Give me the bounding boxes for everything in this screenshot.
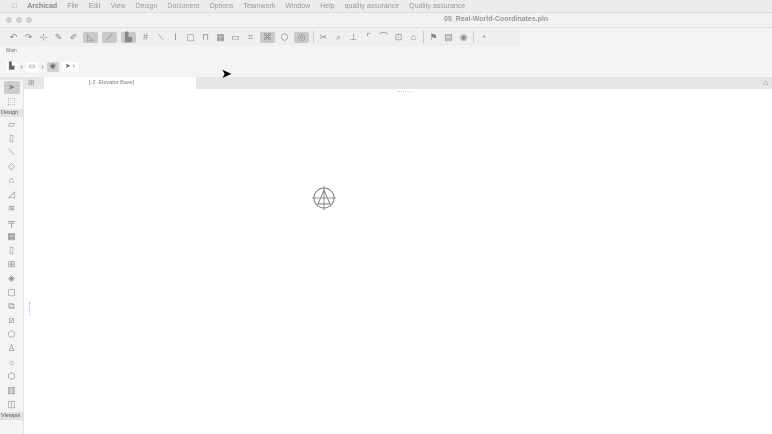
navigator-icon[interactable]: ⌂ [763,78,768,87]
tab-bar: ⊞ [-2. Elevator Base] ⌂ [0,77,772,89]
mouse-cursor-icon: ➤ [221,66,232,81]
gravity-icon[interactable]: ◺ [83,31,98,43]
close-button[interactable] [6,17,12,23]
section-viewpoint: Viewpoi [0,412,23,420]
menu-design[interactable]: Design [136,3,158,10]
arrow-tool[interactable]: ➤ [3,81,20,94]
menu-document[interactable]: Document [167,3,199,10]
line-icon[interactable]: ⟍ [155,32,166,43]
inject-icon[interactable]: ✐ [68,32,79,43]
divider [423,31,424,43]
pen-icon[interactable]: ǀ [170,32,181,43]
object-3d-tool[interactable]: ⬡ [4,370,20,383]
toolbar-background [520,28,772,46]
slab-tool[interactable]: ◇ [4,160,20,173]
marquee-tool[interactable]: ⬚ [4,95,20,108]
window-title: 05_Real-World-Coordinates.pln [444,16,549,23]
shell-tool[interactable]: ◿ [4,188,20,201]
floor-plan-button[interactable]: ▙ [6,62,18,72]
suspend-groups-icon[interactable]: ⌘ [260,31,275,43]
menu-bar:  Archicad File Edit View Design Documen… [0,0,772,13]
model-icon[interactable]: ◔ [478,32,489,43]
menu-app[interactable]: Archicad [27,3,57,10]
toolbar-label: Main [6,48,17,54]
zone-tool[interactable]: ⧄ [4,314,20,327]
trace-icon[interactable]: ▦ [215,32,226,43]
menu-help[interactable]: Help [320,3,334,10]
elevation-icon[interactable]: ⊥ [348,32,359,43]
curtain-panel-tool[interactable]: ▥ [4,384,20,397]
tab-elevator-base[interactable]: [-2. Elevator Base] [44,77,196,89]
beam-tool[interactable]: ⟍ [4,146,20,159]
breadcrumb: ▙ › ▭ › ◉ ➤ › [6,62,78,72]
3d-window-button[interactable]: ▭ [25,62,39,72]
resize-handle[interactable] [398,91,412,94]
fillet-icon[interactable]: ⌒ [378,32,389,43]
window-tool[interactable]: ⊞ [4,258,20,271]
object-tool[interactable]: ⧉ [4,300,20,313]
stair-tool[interactable]: ≋ [4,202,20,215]
mesh-tool[interactable]: ⬠ [4,328,20,341]
divider [313,31,314,43]
teamwork-icon[interactable]: ◉ [458,32,469,43]
railing-tool[interactable]: ╤ [4,216,20,229]
zoom-button[interactable] [26,17,32,23]
grid-view-icon[interactable]: ⊞ [28,79,35,87]
tab-label: [-2. Elevator Base] [89,80,135,86]
main-toolbar: ↶ ↷ ⊹ ✎ ✐ ◺ ⟋ ▙ # ⟍ ǀ ▢ ⊓ ▦ ▭ ⌗ ⌘ ⬡ ◎ ✂ … [0,28,520,46]
menu-view[interactable]: View [111,3,126,10]
morph-tool[interactable]: ♙ [4,342,20,355]
title-bar: 05_Real-World-Coordinates.pln [0,13,772,28]
menu-file[interactable]: File [67,3,78,10]
fit-icon[interactable]: ⌗ [245,32,256,43]
guide-icon[interactable]: ⟋ [102,31,117,43]
publish-icon[interactable]: ▤ [443,32,454,43]
adjust-icon[interactable]: ⌕ [333,32,344,43]
view-3d-icon[interactable]: ⬡ [279,32,290,43]
undo-icon[interactable]: ↶ [8,32,19,43]
corner-window-tool[interactable]: ◫ [4,398,20,411]
layer-icon[interactable]: ▢ [185,32,196,43]
menu-teamwork[interactable]: Teamwork [243,3,275,10]
section-icon[interactable]: ▭ [230,32,241,43]
opening-tool[interactable]: ▢ [4,286,20,299]
info-box [0,46,772,77]
divider [473,31,474,43]
lock-icon[interactable]: ⊓ [200,32,211,43]
toolbox: ➤ ⬚ Design ▱ ▯ ⟍ ◇ ⌂ ◿ ≋ ╤ ▦ ▯ ⊞ ◈ ▢ ⧉ ⧄… [0,80,24,434]
menu-edit[interactable]: Edit [89,3,101,10]
curtain-wall-tool[interactable]: ▦ [4,230,20,243]
project-origin-icon [312,186,336,210]
roof-tool[interactable]: ⌂ [4,174,20,187]
eyedropper-icon[interactable]: ✎ [53,32,64,43]
menu-options[interactable]: Options [209,3,233,10]
wall-tool[interactable]: ▱ [4,118,20,131]
menu-window[interactable]: Window [285,3,310,10]
menu-quality-assurance-2[interactable]: Quality assurance [409,3,465,10]
toolbox-resize-handle[interactable] [29,302,30,316]
redo-icon[interactable]: ↷ [23,32,34,43]
column-tool[interactable]: ▯ [4,132,20,145]
snap-icon[interactable]: ▙ [121,31,136,43]
arrow-tool-button[interactable]: ➤ › [61,62,78,72]
flag-icon[interactable]: ⚑ [428,32,439,43]
door-tool[interactable]: ▯ [4,244,20,257]
grid-icon[interactable]: # [140,32,151,43]
split-icon[interactable]: ✂ [318,32,329,43]
section-design: Design [0,109,23,117]
lamp-tool[interactable]: ☼ [4,356,20,369]
skylight-tool[interactable]: ◈ [4,272,20,285]
intersect-icon[interactable]: ⌜ [363,32,374,43]
offset-icon[interactable]: ⊡ [393,32,404,43]
orbit-button[interactable]: ◉ [46,62,59,72]
apple-icon[interactable]:  [12,3,17,10]
menu-quality-assurance[interactable]: quality assurance [345,3,399,10]
renovation-icon[interactable]: ◎ [294,31,309,43]
minimize-button[interactable] [16,17,22,23]
pick-up-icon[interactable]: ⊹ [38,32,49,43]
roof-icon[interactable]: ⌂ [408,32,419,43]
